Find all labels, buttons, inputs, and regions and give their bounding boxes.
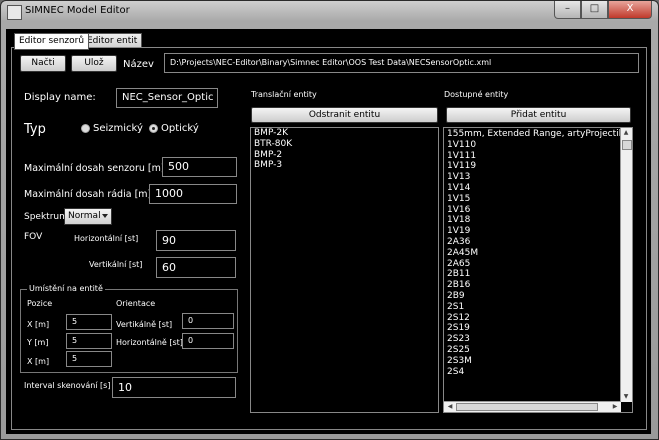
save-button[interactable]: Ulož bbox=[71, 55, 117, 72]
type-label: Typ bbox=[24, 122, 46, 137]
add-entity-button[interactable]: Přidat entitu bbox=[446, 107, 631, 123]
list-item[interactable]: 2B9 bbox=[444, 291, 621, 302]
fov-vertical-label: Vertikální [st] bbox=[89, 260, 143, 269]
placement-group-label: Umístění na entitě bbox=[27, 284, 105, 293]
list-item[interactable]: 1V18 bbox=[444, 215, 621, 226]
available-entities-list[interactable]: 155mm, Extended Range, artyProjectileHER… bbox=[443, 127, 633, 413]
spectrum-label: Spektrum bbox=[24, 212, 68, 222]
horizontal-scrollbar[interactable]: ◀ ▶ bbox=[444, 401, 621, 412]
display-name-field[interactable]: NEC_Sensor_Optic bbox=[116, 88, 218, 108]
type-optic-label: Optický bbox=[161, 123, 199, 134]
list-item[interactable]: 2S23 bbox=[444, 334, 621, 345]
type-seismic-label: Seizmický bbox=[93, 123, 143, 134]
scroll-down-icon[interactable]: ▼ bbox=[621, 393, 631, 401]
horizontal-angle-field[interactable]: 0 bbox=[182, 333, 234, 349]
path-field[interactable]: D:\Projects\NEC-Editor\Binary\Simnec Edi… bbox=[164, 53, 639, 73]
list-item[interactable]: 2A36 bbox=[444, 237, 621, 248]
list-item[interactable]: 1V111 bbox=[444, 151, 621, 162]
tab-sensor-editor[interactable]: Editor senzorů bbox=[14, 33, 90, 50]
list-item[interactable]: BMP-3 bbox=[251, 160, 438, 171]
horizontal-scroll-thumb[interactable] bbox=[456, 403, 598, 411]
translation-entities-list[interactable]: BMP-2K BTR-80K BMP-2 BMP-3 bbox=[250, 127, 439, 413]
position-label: Pozice bbox=[27, 299, 53, 308]
list-item[interactable]: 1V110 bbox=[444, 140, 621, 151]
pos-x-label: X [m] bbox=[27, 320, 50, 329]
scan-interval-field[interactable]: 10 bbox=[112, 377, 236, 398]
list-item[interactable]: 2A45M bbox=[444, 248, 621, 259]
minimize-button[interactable]: – bbox=[554, 1, 581, 19]
horizontal-angle-label: Horizontálně [st] bbox=[116, 338, 183, 347]
list-item[interactable]: BTR-80K bbox=[251, 139, 438, 150]
maximize-button[interactable]: □ bbox=[581, 1, 608, 19]
scan-interval-label: Interval skenování [s] bbox=[24, 381, 111, 390]
window-title: SIMNEC Model Editor bbox=[25, 5, 130, 16]
list-item[interactable]: 1V13 bbox=[444, 172, 621, 183]
list-item[interactable]: 2S19 bbox=[444, 323, 621, 334]
display-name-label: Display name: bbox=[24, 92, 96, 103]
list-item[interactable]: 155mm, Extended Range, artyProjectileHER… bbox=[444, 129, 621, 140]
list-item[interactable]: 2S25 bbox=[444, 345, 621, 356]
type-optic-radio[interactable] bbox=[149, 124, 158, 133]
pos-x-field[interactable]: 5 bbox=[66, 314, 112, 330]
type-seismic-radio[interactable] bbox=[81, 124, 90, 133]
list-item[interactable]: 2S12 bbox=[444, 313, 621, 324]
spectrum-combo-value: Normal bbox=[68, 211, 101, 221]
remove-entity-button[interactable]: Odstranit entitu bbox=[251, 107, 438, 123]
spectrum-combo[interactable]: Normal bbox=[64, 208, 112, 225]
list-item[interactable]: 2S1 bbox=[444, 302, 621, 313]
pos-y-label: Y [m] bbox=[27, 338, 49, 347]
list-item[interactable]: 1V15 bbox=[444, 194, 621, 205]
pos-z-field[interactable]: 5 bbox=[66, 351, 112, 367]
fov-horizontal-label: Horizontální [st] bbox=[74, 234, 139, 243]
load-button[interactable]: Načti bbox=[20, 55, 66, 72]
list-item[interactable]: 2B16 bbox=[444, 280, 621, 291]
list-item[interactable]: 1V119 bbox=[444, 161, 621, 172]
scroll-right-icon[interactable]: ▶ bbox=[610, 403, 620, 411]
max-sensor-range-field[interactable]: 500 bbox=[162, 157, 237, 177]
fov-label: FOV bbox=[24, 232, 43, 242]
fov-horizontal-field[interactable]: 90 bbox=[156, 230, 236, 251]
pos-y-field[interactable]: 5 bbox=[66, 333, 112, 349]
chevron-down-icon bbox=[102, 214, 108, 218]
list-item[interactable]: BMP-2 bbox=[251, 150, 438, 161]
close-button[interactable]: X bbox=[608, 1, 652, 19]
list-item[interactable]: 1V19 bbox=[444, 226, 621, 237]
vertical-scrollbar[interactable]: ▲ ▼ bbox=[620, 128, 632, 402]
translation-entities-title: Translační entity bbox=[251, 90, 317, 99]
pos-z-label: X [m] bbox=[27, 357, 50, 366]
scroll-up-icon[interactable]: ▲ bbox=[621, 129, 631, 137]
app-icon bbox=[7, 5, 22, 20]
list-item[interactable]: 2S4 bbox=[444, 367, 621, 378]
available-entities-items: 155mm, Extended Range, artyProjectileHER… bbox=[444, 129, 621, 377]
window-controls: – □ X bbox=[554, 1, 652, 19]
title-bar[interactable]: SIMNEC Model Editor – □ X bbox=[1, 1, 658, 23]
name-label: Název bbox=[123, 59, 154, 70]
scroll-left-icon[interactable]: ◀ bbox=[445, 403, 455, 411]
vertical-angle-field[interactable]: 0 bbox=[182, 313, 234, 329]
vertical-angle-label: Vertikálně [st] bbox=[116, 320, 173, 329]
max-radio-range-label: Maximální dosah rádia [m] bbox=[24, 189, 152, 200]
vertical-scroll-thumb[interactable] bbox=[622, 140, 632, 150]
list-item[interactable]: 1V16 bbox=[444, 205, 621, 216]
list-item[interactable]: BMP-2K bbox=[251, 128, 438, 139]
fov-vertical-field[interactable]: 60 bbox=[156, 257, 236, 278]
list-item[interactable]: 1V14 bbox=[444, 183, 621, 194]
list-item[interactable]: 2B11 bbox=[444, 269, 621, 280]
orientation-label: Orientace bbox=[116, 299, 156, 308]
max-radio-range-field[interactable]: 1000 bbox=[149, 184, 237, 204]
max-sensor-range-label: Maximální dosah senzoru [m] bbox=[24, 163, 165, 174]
list-item[interactable]: 2A65 bbox=[444, 259, 621, 270]
list-item[interactable]: 2S3M bbox=[444, 356, 621, 367]
available-entities-title: Dostupné entity bbox=[444, 90, 509, 99]
